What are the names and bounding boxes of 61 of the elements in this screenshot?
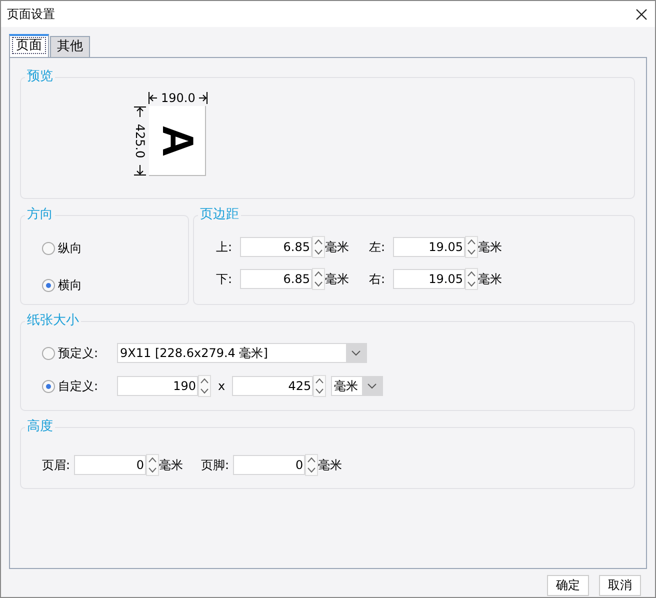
- radio-button[interactable]: [42, 242, 55, 254]
- dropdown[interactable]: 9X11 [228.6x279.4 毫米]: [117, 343, 367, 363]
- dimension-arrow-icon: [134, 164, 146, 176]
- dialog-button[interactable]: 取消: [599, 575, 641, 596]
- group-title: 页边距: [198, 207, 241, 223]
- unit-dropdown[interactable]: 毫米: [331, 376, 384, 396]
- radio-button[interactable]: [42, 278, 55, 292]
- radio-label[interactable]: 横向: [58, 276, 82, 294]
- sample-letter: A: [155, 124, 199, 156]
- number-field[interactable]: 19.05: [393, 269, 466, 289]
- unit-label: 毫米: [325, 271, 350, 288]
- number-field[interactable]: 6.85: [240, 237, 312, 257]
- field-label: 左:: [368, 239, 386, 256]
- dropdown-value: 毫米: [333, 378, 360, 395]
- dimension-arrow-icon: [134, 106, 146, 118]
- width-label: 190.0: [161, 90, 196, 107]
- spin-buttons-icon[interactable]: [146, 454, 160, 476]
- spin-buttons-icon[interactable]: [312, 236, 326, 258]
- spin-buttons-icon[interactable]: [198, 375, 211, 397]
- unit-label: 毫米: [318, 457, 342, 474]
- number-field[interactable]: 0: [233, 455, 306, 475]
- spin-buttons-icon[interactable]: [312, 268, 326, 290]
- radio-button[interactable]: [42, 346, 55, 360]
- times-sign: x: [218, 378, 226, 395]
- radio-label[interactable]: 预定义:: [58, 344, 109, 362]
- unit-label: 毫米: [478, 239, 502, 256]
- number-field[interactable]: 425: [232, 376, 314, 396]
- height-label: 425.0: [134, 124, 146, 158]
- number-field[interactable]: 0: [74, 455, 146, 475]
- field-label: 上:: [216, 239, 234, 256]
- number-field[interactable]: 6.85: [240, 269, 312, 289]
- group-title: 方向: [25, 207, 55, 223]
- tab[interactable]: 页面: [9, 34, 49, 57]
- dropdown-value: 9X11 [228.6x279.4 毫米]: [119, 345, 269, 362]
- unit-label: 毫米: [478, 271, 502, 288]
- radio-label[interactable]: 自定义:: [58, 377, 109, 395]
- chevron-down-icon[interactable]: [351, 350, 361, 356]
- dimension-arrow-icon: [198, 92, 208, 104]
- spin-buttons-icon[interactable]: [313, 375, 326, 397]
- unit-label: 毫米: [325, 239, 350, 256]
- tab[interactable]: 其他: [50, 36, 90, 57]
- close-icon[interactable]: [636, 8, 647, 20]
- window-title: 页面设置: [7, 6, 55, 23]
- number-field[interactable]: 19.05: [393, 237, 466, 257]
- field-label: 右:: [368, 271, 386, 288]
- radio-label[interactable]: 纵向: [58, 239, 82, 257]
- number-field[interactable]: 190: [117, 376, 198, 396]
- unit-label: 毫米: [159, 457, 184, 474]
- field-label: 下:: [216, 271, 234, 288]
- field-label: 页脚:: [201, 457, 230, 474]
- spin-buttons-icon[interactable]: [465, 236, 478, 258]
- group-title: 高度: [25, 419, 55, 435]
- chevron-down-icon[interactable]: [367, 383, 378, 389]
- group-title: 预览: [25, 69, 55, 85]
- spin-buttons-icon[interactable]: [465, 268, 478, 290]
- dimension-arrow-icon: [148, 92, 158, 104]
- spin-buttons-icon[interactable]: [305, 454, 318, 476]
- dialog-button[interactable]: 确定: [547, 575, 589, 596]
- radio-button[interactable]: [42, 380, 55, 392]
- group-title: 纸张大小: [25, 313, 81, 329]
- field-label: 页眉:: [42, 457, 70, 474]
